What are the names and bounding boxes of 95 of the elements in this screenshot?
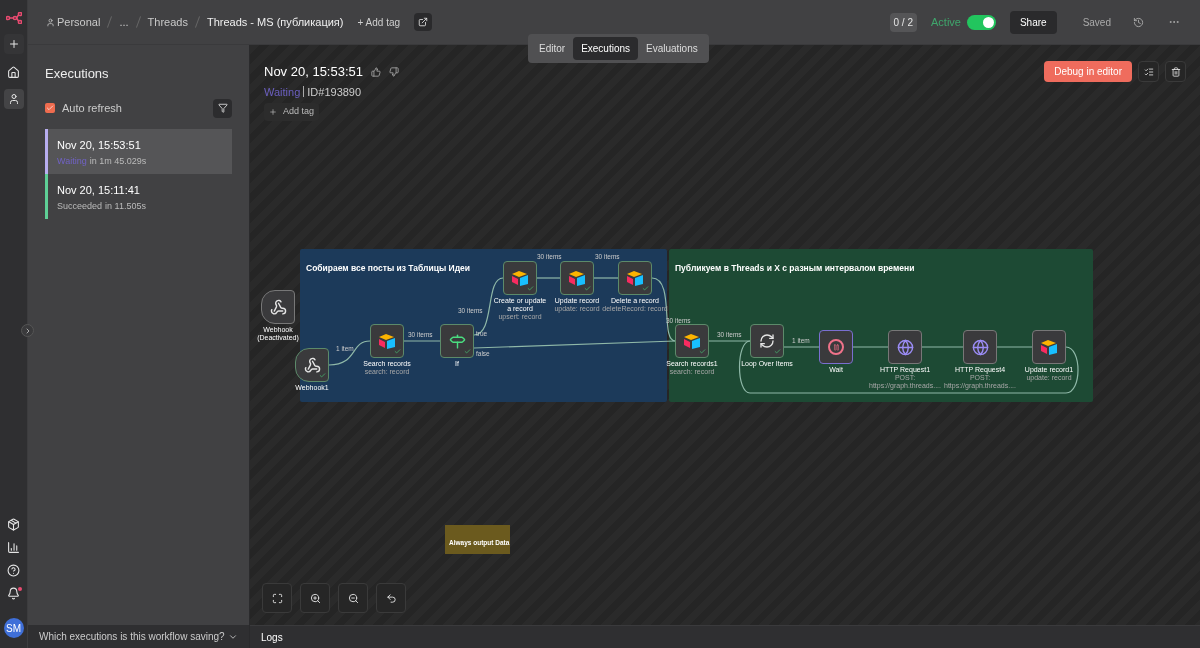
workflow-node[interactable]: [261, 290, 295, 324]
user-icon: [7, 93, 20, 105]
counter-badge: 0 / 2: [889, 12, 917, 32]
signpost-icon: [448, 332, 466, 350]
checklist-button[interactable]: [1138, 61, 1159, 82]
connection-line: [593, 277, 619, 279]
thumbs-down-icon[interactable]: [389, 66, 400, 77]
connection-line: [536, 277, 561, 279]
view-tab[interactable]: Editor: [531, 37, 574, 60]
auto-refresh-label: Auto refresh: [62, 100, 122, 116]
execution-time: Nov 20, 15:53:51: [57, 137, 142, 153]
active-label: Active: [931, 14, 961, 30]
workflow-canvas[interactable]: [250, 45, 1200, 625]
connection-line: [403, 340, 441, 342]
checklist-icon: [1143, 66, 1154, 77]
webhook-icon: [303, 356, 321, 374]
saving-dropdown[interactable]: Which executions is this workflow saving?: [28, 625, 249, 648]
panel-title: Executions: [45, 65, 110, 83]
execution-item[interactable]: Nov 20, 15:53:51 Waiting in 1m 45.029s: [45, 128, 232, 174]
workflow-node[interactable]: [560, 261, 594, 295]
pause-icon: [828, 339, 844, 355]
logo-icon[interactable]: [5, 12, 22, 24]
execution-duration: in 11.505s: [105, 200, 146, 213]
home-icon[interactable]: [7, 66, 20, 79]
filter-button[interactable]: [213, 98, 232, 118]
breadcrumb[interactable]: Threads: [147, 13, 188, 31]
external-link-icon: [418, 17, 429, 27]
user-nav-item[interactable]: [3, 89, 24, 109]
undo-icon: [385, 592, 397, 604]
execution-id: ID#193890: [307, 84, 362, 100]
workflow-node[interactable]: [1032, 330, 1066, 364]
execution-duration: in 1m 45.029s: [89, 155, 147, 168]
loop-icon: [759, 333, 775, 349]
zoom-in-button[interactable]: [300, 583, 330, 613]
bell-icon[interactable]: [7, 587, 20, 600]
check-icon: [46, 104, 54, 112]
workflow-node[interactable]: [888, 330, 922, 364]
airtable-icon: [626, 270, 644, 286]
workflow-node[interactable]: [503, 261, 537, 295]
fit-view-icon: [271, 592, 283, 604]
breadcrumb[interactable]: Personal: [46, 13, 101, 31]
add-tag-button[interactable]: + Add tag: [357, 14, 401, 30]
workflow-node[interactable]: [963, 330, 997, 364]
zoom-in-icon: [309, 592, 321, 604]
airtable-icon: [378, 333, 396, 349]
zoom-out-icon: [347, 592, 359, 604]
workflow-node[interactable]: [618, 261, 652, 295]
share-button[interactable]: Share: [1009, 10, 1057, 34]
workflow-node[interactable]: [675, 324, 709, 358]
group-title: Собираем все посты из Таблицы Идеи: [306, 263, 471, 273]
airtable-icon: [511, 270, 529, 286]
delete-button[interactable]: [1165, 61, 1186, 82]
chart-icon[interactable]: [7, 541, 20, 554]
globe-icon: [971, 338, 989, 356]
auto-refresh-checkbox[interactable]: [45, 103, 55, 113]
execution-status: Waiting: [264, 84, 301, 100]
workflow-node[interactable]: [440, 324, 474, 358]
workflow-node[interactable]: [295, 348, 329, 382]
breadcrumb[interactable]: ...: [119, 13, 129, 31]
active-toggle[interactable]: [966, 14, 996, 30]
execution-status: Succeeded: [57, 200, 103, 213]
logs-panel-title[interactable]: Logs: [261, 629, 283, 645]
globe-icon: [896, 338, 914, 356]
view-tab[interactable]: Executions: [573, 37, 639, 60]
webhook-icon: [269, 298, 287, 316]
workflow-title[interactable]: Threads - MS (публикация): [206, 13, 344, 31]
fit-view-button[interactable]: [262, 583, 292, 613]
trash-icon: [1170, 66, 1181, 77]
plus-icon: [269, 107, 277, 116]
user-icon: [46, 17, 55, 27]
open-link-button[interactable]: [414, 13, 433, 31]
airtable-icon: [568, 270, 586, 286]
user-avatar[interactable]: SM: [3, 618, 24, 638]
history-icon[interactable]: [1133, 16, 1144, 28]
workflow-node[interactable]: [370, 324, 404, 358]
airtable-icon: [1040, 339, 1058, 355]
filter-icon: [217, 103, 228, 113]
airtable-icon: [683, 333, 701, 349]
execution-time: Nov 20, 15:11:41: [57, 182, 141, 198]
saved-label: Saved: [1082, 15, 1111, 30]
add-button[interactable]: [3, 34, 24, 54]
plus-icon: [7, 38, 20, 50]
workflow-node[interactable]: [750, 324, 784, 358]
execution-status: Waiting: [57, 155, 87, 168]
view-tab[interactable]: Evaluations: [638, 37, 706, 60]
thumbs-up-icon[interactable]: [371, 66, 382, 77]
execution-time-title: Nov 20, 15:53:51: [264, 63, 364, 81]
zoom-out-button[interactable]: [338, 583, 368, 613]
undo-button[interactable]: [376, 583, 406, 613]
add-tag-button[interactable]: Add tag: [264, 103, 320, 121]
execution-item[interactable]: Nov 20, 15:11:41 Succeeded in 11.505s: [45, 173, 232, 219]
box-icon[interactable]: [7, 518, 20, 531]
workflow-node[interactable]: [819, 330, 853, 364]
group-title: Публикуем в Threads и X с разным интервалом времени: [675, 263, 915, 273]
help-icon[interactable]: [7, 564, 20, 577]
